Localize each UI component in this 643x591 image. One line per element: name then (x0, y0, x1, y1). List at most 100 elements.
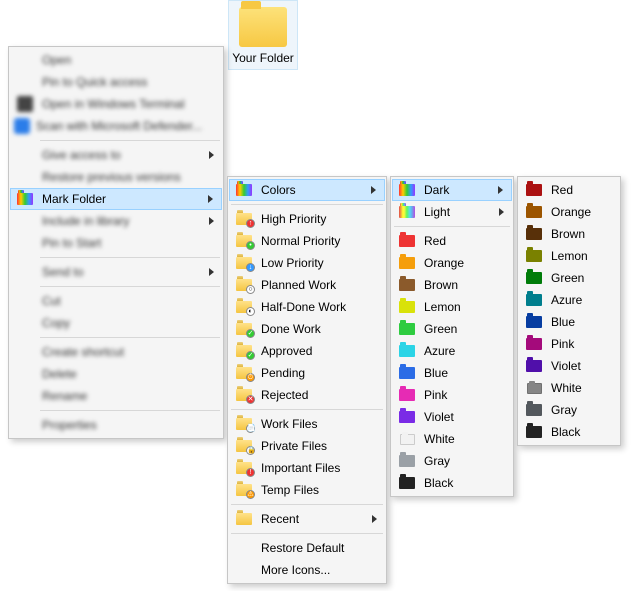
menu-half-done[interactable]: ◐ Half-Done Work (229, 296, 385, 318)
menu-color-azure[interactable]: Azure (392, 340, 512, 362)
menu-more-icons[interactable]: More Icons... (229, 559, 385, 581)
menu-dark-orange[interactable]: Orange (519, 201, 619, 223)
menu-private-files-label: Private Files (261, 439, 327, 453)
menu-give-access[interactable]: Give access to (10, 144, 222, 166)
menu-low-priority[interactable]: ↓ Low Priority (229, 252, 385, 274)
menu-color-green-label: Green (424, 322, 457, 336)
pink-folder-icon (396, 387, 418, 403)
menu-dark-white[interactable]: White (519, 377, 619, 399)
menu-separator (231, 533, 383, 534)
blank-icon (14, 264, 36, 280)
menu-light[interactable]: Light (392, 201, 512, 223)
blank-icon (14, 213, 36, 229)
menu-color-white[interactable]: White (392, 428, 512, 450)
menu-color-azure-label: Azure (424, 344, 455, 358)
menu-include-library-label: Include in library (42, 214, 129, 228)
menu-open[interactable]: Open (10, 49, 222, 71)
menu-dark-violet[interactable]: Violet (519, 355, 619, 377)
menu-normal-priority[interactable]: • Normal Priority (229, 230, 385, 252)
menu-send-to[interactable]: Send to (10, 261, 222, 283)
menu-dark-black-label: Black (551, 425, 580, 439)
menu-dark-pink[interactable]: Pink (519, 333, 619, 355)
menu-work-files-label: Work Files (261, 417, 317, 431)
menu-copy[interactable]: Copy (10, 312, 222, 334)
menu-rename[interactable]: Rename (10, 385, 222, 407)
menu-color-orange[interactable]: Orange (392, 252, 512, 274)
menu-private-files[interactable]: 🔒 Private Files (229, 435, 385, 457)
menu-cut[interactable]: Cut (10, 290, 222, 312)
blank-icon (14, 366, 36, 382)
menu-color-black[interactable]: Black (392, 472, 512, 494)
chevron-right-icon (209, 268, 214, 276)
menu-cut-label: Cut (42, 294, 61, 308)
dark-colors-menu: Red Orange Brown Lemon Green Azure Blue … (517, 176, 621, 446)
menu-dark-gray[interactable]: Gray (519, 399, 619, 421)
menu-dark-brown-label: Brown (551, 227, 585, 241)
folder-icon (239, 7, 287, 47)
menu-color-green[interactable]: Green (392, 318, 512, 340)
menu-dark-blue[interactable]: Blue (519, 311, 619, 333)
brown-folder-icon (396, 277, 418, 293)
blank-icon (233, 562, 255, 578)
menu-dark-brown[interactable]: Brown (519, 223, 619, 245)
menu-color-red[interactable]: Red (392, 230, 512, 252)
menu-planned-work[interactable]: ○ Planned Work (229, 274, 385, 296)
menu-create-shortcut[interactable]: Create shortcut (10, 341, 222, 363)
menu-dark-lemon[interactable]: Lemon (519, 245, 619, 267)
blank-icon (233, 540, 255, 556)
blank-icon (14, 315, 36, 331)
folder-item[interactable]: Your Folder (228, 0, 298, 70)
menu-pin-start[interactable]: Pin to Start (10, 232, 222, 254)
dark-red-folder-icon (523, 182, 545, 198)
menu-low-priority-label: Low Priority (261, 256, 324, 270)
chevron-right-icon (371, 186, 376, 194)
menu-color-pink-label: Pink (424, 388, 447, 402)
menu-rejected[interactable]: ✕ Rejected (229, 384, 385, 406)
menu-copy-label: Copy (42, 316, 70, 330)
menu-send-to-label: Send to (42, 265, 83, 279)
menu-dark-azure[interactable]: Azure (519, 289, 619, 311)
blank-icon (14, 74, 36, 90)
dark-blue-folder-icon (523, 314, 545, 330)
menu-properties[interactable]: Properties (10, 414, 222, 436)
menu-pending[interactable]: ⏱ Pending (229, 362, 385, 384)
menu-open-terminal[interactable]: Open in Windows Terminal (10, 93, 222, 115)
folder-label: Your Folder (231, 51, 295, 65)
menu-dark-red[interactable]: Red (519, 179, 619, 201)
menu-dark-black[interactable]: Black (519, 421, 619, 443)
menu-pin-quick-access[interactable]: Pin to Quick access (10, 71, 222, 93)
menu-delete[interactable]: Delete (10, 363, 222, 385)
menu-dark-label: Dark (424, 183, 449, 197)
menu-colors[interactable]: Colors (229, 179, 385, 201)
menu-high-priority[interactable]: ↑ High Priority (229, 208, 385, 230)
menu-color-lemon[interactable]: Lemon (392, 296, 512, 318)
menu-color-violet[interactable]: Violet (392, 406, 512, 428)
menu-color-blue-label: Blue (424, 366, 448, 380)
menu-restore-default[interactable]: Restore Default (229, 537, 385, 559)
menu-half-done-label: Half-Done Work (261, 300, 346, 314)
menu-important-files[interactable]: ! Important Files (229, 457, 385, 479)
menu-work-files[interactable]: 📄 Work Files (229, 413, 385, 435)
menu-restore-versions-label: Restore previous versions (42, 170, 181, 184)
menu-restore-versions[interactable]: Restore previous versions (10, 166, 222, 188)
menu-dark-green[interactable]: Green (519, 267, 619, 289)
menu-color-blue[interactable]: Blue (392, 362, 512, 384)
menu-approved[interactable]: ✓ Approved (229, 340, 385, 362)
menu-scan-defender[interactable]: Scan with Microsoft Defender... (10, 115, 222, 137)
chevron-right-icon (208, 195, 213, 203)
menu-mark-folder[interactable]: Mark Folder (10, 188, 222, 210)
menu-dark[interactable]: Dark (392, 179, 512, 201)
menu-color-pink[interactable]: Pink (392, 384, 512, 406)
chevron-right-icon (372, 515, 377, 523)
menu-done-work[interactable]: ✓ Done Work (229, 318, 385, 340)
normal-priority-icon: • (233, 233, 255, 249)
menu-include-library[interactable]: Include in library (10, 210, 222, 232)
menu-recent[interactable]: Recent (229, 508, 385, 530)
dark-white-folder-icon (523, 380, 545, 396)
menu-restore-default-label: Restore Default (261, 541, 344, 555)
dark-brown-folder-icon (523, 226, 545, 242)
menu-temp-files[interactable]: ⚠ Temp Files (229, 479, 385, 501)
menu-color-gray[interactable]: Gray (392, 450, 512, 472)
menu-color-brown[interactable]: Brown (392, 274, 512, 296)
dark-violet-folder-icon (523, 358, 545, 374)
